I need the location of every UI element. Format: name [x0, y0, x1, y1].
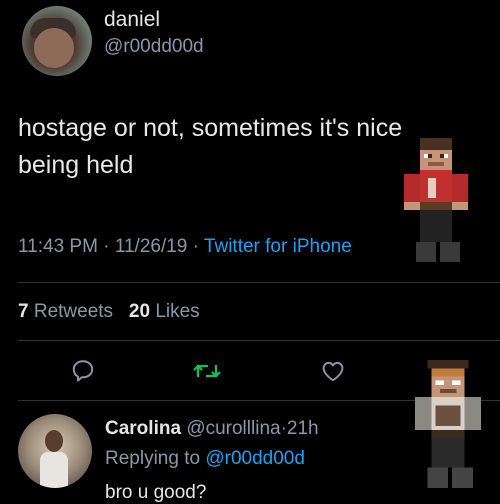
- reply-age: 21h: [286, 418, 319, 439]
- meta-separator: ·: [192, 236, 199, 257]
- tweet-stats: 7 Retweets 20 Likes: [18, 301, 200, 323]
- reply-author-avatar[interactable]: [18, 414, 92, 488]
- minecraft-character-sticker: [404, 138, 468, 262]
- author-avatar[interactable]: [22, 6, 92, 76]
- replying-to-label: Replying to: [105, 448, 201, 469]
- retweets-label: Retweets: [33, 301, 114, 322]
- heart-icon: [322, 361, 344, 382]
- like-button[interactable]: [318, 356, 348, 386]
- tweet-time: 11:43 PM: [18, 236, 98, 257]
- reply-text: bro u good?: [105, 482, 207, 503]
- tweet-source-link[interactable]: Twitter for iPhone: [204, 236, 352, 257]
- tweet-meta: 11:43 PM · 11/26/19 · Twitter for iPhone: [18, 236, 352, 258]
- retweet-button[interactable]: [192, 356, 222, 386]
- reply-button[interactable]: [68, 356, 98, 386]
- likes-count: 20: [128, 301, 151, 322]
- retweets-count: 7: [18, 301, 29, 322]
- likes-label: Likes: [155, 301, 200, 322]
- divider: [18, 282, 500, 283]
- reply-header: Carolina @curolllina·21h: [105, 418, 319, 440]
- retweets-stat[interactable]: 7 Retweets: [18, 301, 113, 322]
- reply-author-name[interactable]: Carolina: [105, 418, 181, 439]
- replying-to: Replying to @r00dd00d: [105, 448, 305, 470]
- tweet-text-line-2: being held: [18, 151, 134, 179]
- meta-separator: ·: [103, 236, 110, 257]
- tweet-date: 11/26/19: [114, 236, 188, 257]
- reply-author-handle[interactable]: @curolllina: [186, 418, 280, 439]
- divider: [18, 340, 500, 341]
- likes-stat[interactable]: 20 Likes: [129, 301, 200, 322]
- retweet-icon: [193, 364, 221, 378]
- replying-to-mention[interactable]: @r00dd00d: [205, 448, 305, 469]
- tweet-text-line-1: hostage or not, sometimes it's nice: [18, 114, 403, 142]
- tweet-text: hostage or not, sometimes it's nice bein…: [18, 110, 448, 184]
- author-name[interactable]: daniel: [104, 8, 160, 32]
- author-handle[interactable]: @r00dd00d: [104, 36, 204, 58]
- comment-icon: [72, 360, 94, 382]
- minecraft-character-sticker: [415, 360, 481, 488]
